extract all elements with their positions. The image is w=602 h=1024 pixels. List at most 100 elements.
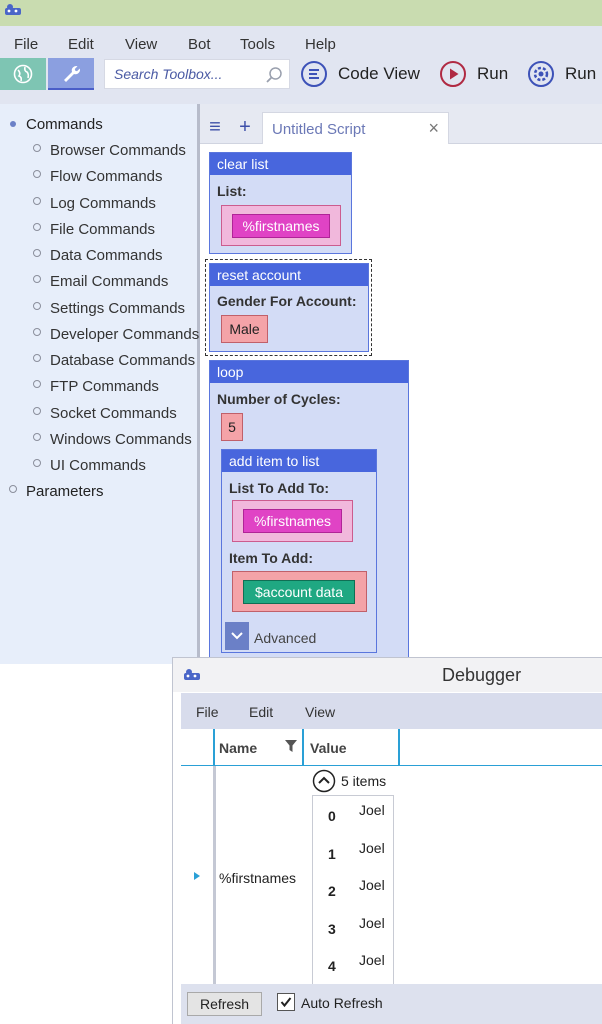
filter-icon[interactable] [284, 739, 298, 753]
row-header-strip [213, 766, 216, 984]
tree-item-ui-commands[interactable]: UI Commands [50, 457, 146, 474]
list-value-slot[interactable]: %firstnames [232, 500, 353, 542]
search-toolbox-field[interactable] [104, 59, 290, 89]
tree-item-database-commands[interactable]: Database Commands [50, 352, 195, 369]
node-bullet-icon [33, 170, 41, 178]
web-toolbox-button[interactable] [0, 58, 46, 90]
tools-toolbox-button[interactable] [48, 58, 94, 90]
wrench-icon [64, 66, 80, 82]
debugger-title-bar: Debugger [173, 658, 602, 692]
variable-chip[interactable]: %firstnames [232, 214, 330, 238]
list-item-index: 3 [328, 921, 336, 937]
debugger-menu-file[interactable]: File [196, 704, 219, 720]
list-item-index: 0 [328, 808, 336, 824]
globe-icon [13, 64, 33, 84]
node-bullet-icon [33, 433, 41, 441]
tree-item-flow-commands[interactable]: Flow Commands [50, 168, 163, 185]
debugger-window: Debugger File Edit View Name Value %firs… [172, 657, 602, 1024]
tree-item-log-commands[interactable]: Log Commands [50, 195, 156, 212]
menu-tools[interactable]: Tools [240, 36, 275, 53]
advanced-label[interactable]: Advanced [254, 630, 316, 646]
column-header-value[interactable]: Value [310, 740, 347, 756]
search-icon[interactable] [265, 66, 283, 84]
menu-edit[interactable]: Edit [68, 36, 94, 53]
add-item-to-list-block[interactable]: add item to list List To Add To: %firstn… [221, 449, 377, 653]
run-advanced-button[interactable]: Run [527, 58, 596, 90]
column-header-name[interactable]: Name [219, 740, 257, 756]
menu-file[interactable]: File [14, 36, 38, 53]
collapse-icon[interactable] [312, 769, 336, 793]
block-title: loop [210, 361, 408, 383]
new-tab-icon[interactable]: + [234, 114, 256, 140]
auto-refresh-label[interactable]: Auto Refresh [301, 995, 383, 1011]
command-tree: Commands Browser Commands Flow Commands … [0, 104, 200, 664]
app-logo-icon [5, 4, 21, 15]
clear-list-block[interactable]: clear list List: %firstnames [209, 152, 352, 254]
debugger-menu-edit[interactable]: Edit [249, 704, 273, 720]
toolbar: Code View Run Run [0, 58, 602, 90]
tree-item-file-commands[interactable]: File Commands [50, 221, 155, 238]
title-bar [0, 0, 602, 26]
node-bullet-icon [33, 223, 41, 231]
run-gear-icon [528, 61, 554, 87]
variables-grid: Name Value %firstnames 5 items 0 Joel 1 [181, 729, 602, 984]
list-items-panel: 0 Joel 1 Joel 2 Joel 3 Joel 4 Joel [312, 795, 394, 984]
column-divider [398, 729, 400, 766]
tree-item-data-commands[interactable]: Data Commands [50, 247, 163, 264]
item-count-label: 5 items [341, 773, 387, 789]
app-chrome: File Edit View Bot Tools Help Search Too… [0, 26, 602, 104]
field-label: Number of Cycles: [217, 391, 341, 407]
tree-item-email-commands[interactable]: Email Commands [50, 273, 168, 290]
list-item-value: Joel [359, 802, 385, 818]
node-bullet-icon [33, 407, 41, 415]
tree-item-developer-commands[interactable]: Developer Commands [50, 326, 199, 343]
field-label: List: [217, 183, 247, 199]
code-view-label: Code View [338, 64, 420, 83]
menu-help[interactable]: Help [305, 36, 336, 53]
code-view-button[interactable]: Code View [300, 58, 420, 90]
variable-chip[interactable]: %firstnames [243, 509, 342, 533]
node-bullet-icon [33, 354, 41, 362]
node-bullet-icon [33, 459, 41, 467]
loop-block[interactable]: loop Number of Cycles: 5 add item to lis… [209, 360, 409, 664]
tree-item-settings-commands[interactable]: Settings Commands [50, 300, 185, 317]
play-icon [440, 61, 466, 87]
tab-untitled-script[interactable]: Untitled Script × [262, 112, 449, 144]
node-bullet-icon [9, 485, 17, 493]
data-chip[interactable]: $account data [243, 580, 355, 604]
column-divider [213, 729, 215, 766]
tab-menu-icon[interactable]: ≡ [204, 114, 226, 140]
tree-item-windows-commands[interactable]: Windows Commands [50, 431, 192, 448]
list-item-value: Joel [359, 915, 385, 931]
tree-item-socket-commands[interactable]: Socket Commands [50, 405, 177, 422]
tree-node-parameters[interactable]: Parameters [26, 483, 104, 500]
tree-item-browser-commands[interactable]: Browser Commands [50, 142, 186, 159]
block-title: reset account [210, 264, 368, 286]
item-value-slot[interactable]: $account data [232, 571, 367, 612]
run-button[interactable]: Run [439, 58, 508, 90]
advanced-toggle-button[interactable] [225, 622, 249, 650]
debugger-menu-view[interactable]: View [305, 704, 335, 720]
node-bullet-icon [33, 144, 41, 152]
refresh-button[interactable]: Refresh [187, 992, 262, 1016]
debugger-title: Debugger [442, 665, 522, 685]
field-label: Gender For Account: [217, 293, 357, 309]
search-toolbox-input[interactable] [105, 60, 255, 88]
menu-view[interactable]: View [125, 36, 157, 53]
tree-node-commands[interactable]: Commands [26, 116, 103, 133]
cycles-value-chip[interactable]: 5 [221, 413, 243, 441]
list-item-index: 2 [328, 883, 336, 899]
row-selector-icon [194, 872, 200, 880]
checkmark-icon [280, 997, 292, 1008]
menu-bot[interactable]: Bot [188, 36, 211, 53]
table-row[interactable]: %firstnames 5 items 0 Joel 1 Joel 2 Joel… [181, 766, 602, 984]
gender-value-chip[interactable]: Male [221, 315, 268, 343]
expanded-node-icon [10, 121, 16, 127]
field-label: Item To Add: [229, 550, 313, 566]
tree-item-ftp-commands[interactable]: FTP Commands [50, 378, 159, 395]
close-tab-icon[interactable]: × [428, 118, 439, 139]
auto-refresh-checkbox[interactable] [277, 993, 295, 1011]
list-value-slot[interactable]: %firstnames [221, 205, 341, 246]
reset-account-block[interactable]: reset account Gender For Account: Male [209, 263, 369, 352]
editor-tab-bar: ≡ + Untitled Script × [200, 104, 602, 144]
